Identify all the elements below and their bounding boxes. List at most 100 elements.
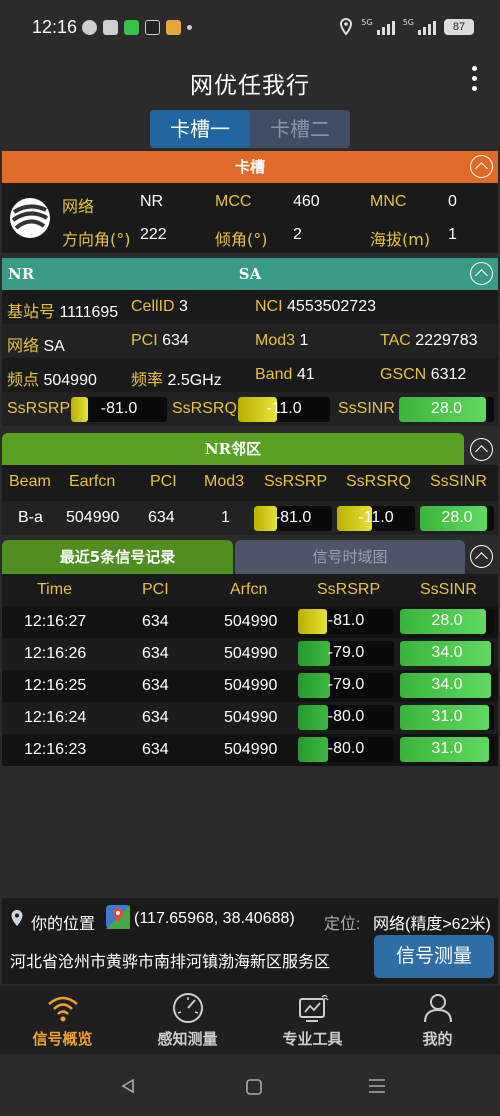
neighbor-ssrsrq-value: -11.0 xyxy=(358,509,394,526)
collapse-icon[interactable] xyxy=(470,155,493,178)
location-pin-icon xyxy=(11,910,23,926)
altitude-value: 1 xyxy=(448,226,457,243)
neighbor-row: B-a 504990 634 1 -81.0 -11.0 28.0 xyxy=(2,501,498,535)
recents-icon[interactable] xyxy=(368,1078,386,1094)
green-app-icon xyxy=(124,20,139,35)
sim-slot-tabs: 卡槽一 卡槽二 xyxy=(150,110,350,148)
mnc-label: MNC xyxy=(370,193,407,210)
location-coords: (117.65968, 38.40688) xyxy=(134,910,295,927)
record-ssrsrp-value: -79.0 xyxy=(327,644,365,661)
pci-item: PCI 634 xyxy=(131,332,189,350)
record-pci: 634 xyxy=(142,677,169,694)
record-ssrsrp-value: -80.0 xyxy=(327,740,365,757)
band-value: 41 xyxy=(296,366,315,383)
tac-value: 2229783 xyxy=(415,332,478,349)
system-nav-bar xyxy=(0,1054,500,1116)
ssrsrp-label: SsRSRP xyxy=(7,400,71,417)
azimuth-label: 方向角(°) xyxy=(62,230,131,249)
location-label: 你的位置 xyxy=(31,916,96,933)
col-mod3: Mod3 xyxy=(204,473,245,490)
ssrsrp-value: -81.0 xyxy=(100,400,138,417)
google-maps-icon[interactable] xyxy=(105,904,131,930)
mod3-value: 1 xyxy=(299,332,309,349)
nci-value: 4553502723 xyxy=(287,298,376,315)
card-panel-header[interactable]: 卡槽 xyxy=(2,151,498,183)
ssrsrq-label: SsRSRQ xyxy=(172,400,237,417)
record-row: 12:16:23 634 504990 -80.0 31.0 xyxy=(2,734,498,766)
cellid-value: 3 xyxy=(179,298,188,315)
location-icon xyxy=(340,18,353,36)
col-earfcn: Earfcn xyxy=(69,473,116,490)
nav-label: 感知测量 xyxy=(157,1030,218,1048)
record-arfcn: 504990 xyxy=(224,613,278,630)
card-panel: 卡槽 网络 NR MCC 460 MNC 0 方向角(°) 222 倾角(°) … xyxy=(2,151,498,253)
more-menu-icon[interactable] xyxy=(470,66,478,96)
status-time: 12:16 xyxy=(32,17,78,37)
ssrsrq-value: -11.0 xyxy=(266,400,302,417)
record-row: 12:16:27 634 504990 -81.0 28.0 xyxy=(2,606,498,638)
tab-sim-slot-2[interactable]: 卡槽二 xyxy=(250,110,350,148)
neighbor-panel-header[interactable]: NR邻区 xyxy=(2,433,464,465)
record-time: 12:16:26 xyxy=(24,645,87,662)
back-icon[interactable] xyxy=(120,1078,136,1094)
tab-sim-slot-1[interactable]: 卡槽一 xyxy=(150,110,250,148)
azimuth-value: 222 xyxy=(140,226,167,243)
record-sssinr-bar: 34.0 xyxy=(400,641,494,666)
record-sssinr-value: 31.0 xyxy=(431,740,463,757)
nr-mode-label: SA xyxy=(238,265,262,283)
ssrsrq-bar: -11.0 xyxy=(238,397,330,422)
network-type-1: 5G xyxy=(361,18,373,27)
record-sssinr-bar: 31.0 xyxy=(400,737,494,762)
network-value: NR xyxy=(140,193,164,210)
col-sssinr: SsSINR xyxy=(430,473,487,490)
gscn-label: GSCN xyxy=(380,366,427,383)
col-ssrsrp: SsRSRP xyxy=(264,473,328,490)
tilt-value: 2 xyxy=(293,226,302,243)
freq-point-item: 频点 504990 xyxy=(7,366,97,390)
location-address: 河北省沧州市黄骅市南排河镇渤海新区服务区 xyxy=(10,954,331,971)
mcc-value: 460 xyxy=(293,193,320,210)
sssinr-value: 28.0 xyxy=(430,400,463,417)
record-sssinr-value: 28.0 xyxy=(431,612,463,629)
record-sssinr-value: 34.0 xyxy=(431,644,463,661)
mnc-value: 0 xyxy=(448,193,457,210)
freq-point-label: 频点 xyxy=(7,372,40,389)
net-value: SA xyxy=(43,338,65,355)
user-icon xyxy=(424,994,452,1023)
collapse-icon[interactable] xyxy=(470,262,493,285)
record-sssinr-value: 34.0 xyxy=(431,676,463,693)
nav-label: 我的 xyxy=(422,1030,453,1048)
neighbor-ssrsrq-bar: -11.0 xyxy=(337,506,415,531)
col-pci: PCI xyxy=(142,581,169,598)
records-table-body: 12:16:27 634 504990 -81.0 28.0 12:16:26 634 504… xyxy=(2,606,498,766)
collapse-icon[interactable] xyxy=(470,438,493,461)
tab-signal-time-chart[interactable]: 信号时域图 xyxy=(235,540,465,574)
col-beam: Beam xyxy=(9,473,51,490)
neighbor-ssrsrp-bar: -81.0 xyxy=(254,506,332,531)
nr-row-1: 基站号 1111695 CellID 3 NCI 4553502723 xyxy=(2,290,498,324)
freq-value: 2.5GHz xyxy=(167,372,222,389)
weibo-icon xyxy=(166,20,181,35)
col-ssrsrp: SsRSRP xyxy=(317,581,381,598)
collapse-icon[interactable] xyxy=(470,545,493,568)
nav-label: 专业工具 xyxy=(282,1030,343,1048)
col-ssrsrq: SsRSRQ xyxy=(346,473,411,490)
network-type-2: 5G xyxy=(402,18,414,27)
neighbor-table-header: Beam Earfcn PCI Mod3 SsRSRP SsRSRQ SsSIN… xyxy=(2,465,498,501)
tab-recent-records[interactable]: 最近5条信号记录 xyxy=(2,540,233,574)
neighbor-beam: B-a xyxy=(18,509,43,526)
card-panel-title: 卡槽 xyxy=(234,158,265,176)
nr-panel-header[interactable]: NR SA xyxy=(2,258,498,290)
neighbor-mod3: 1 xyxy=(221,509,230,526)
band-item: Band 41 xyxy=(255,366,315,384)
status-bar: 12:16 5G 5G 87 xyxy=(0,0,500,56)
gscn-item: GSCN 6312 xyxy=(380,366,466,384)
ssrsrp-bar: -81.0 xyxy=(71,397,167,422)
nr-row-2: 网络 SA PCI 634 Mod3 1 TAC 2229783 xyxy=(2,324,498,358)
battery-icon: 87 xyxy=(444,19,474,35)
home-icon[interactable] xyxy=(245,1078,263,1096)
col-time: Time xyxy=(37,581,72,598)
neighbor-sssinr-bar: 28.0 xyxy=(420,506,494,531)
signal-measure-button[interactable]: 信号测量 xyxy=(374,935,494,978)
tilt-label: 倾角(°) xyxy=(215,230,268,249)
